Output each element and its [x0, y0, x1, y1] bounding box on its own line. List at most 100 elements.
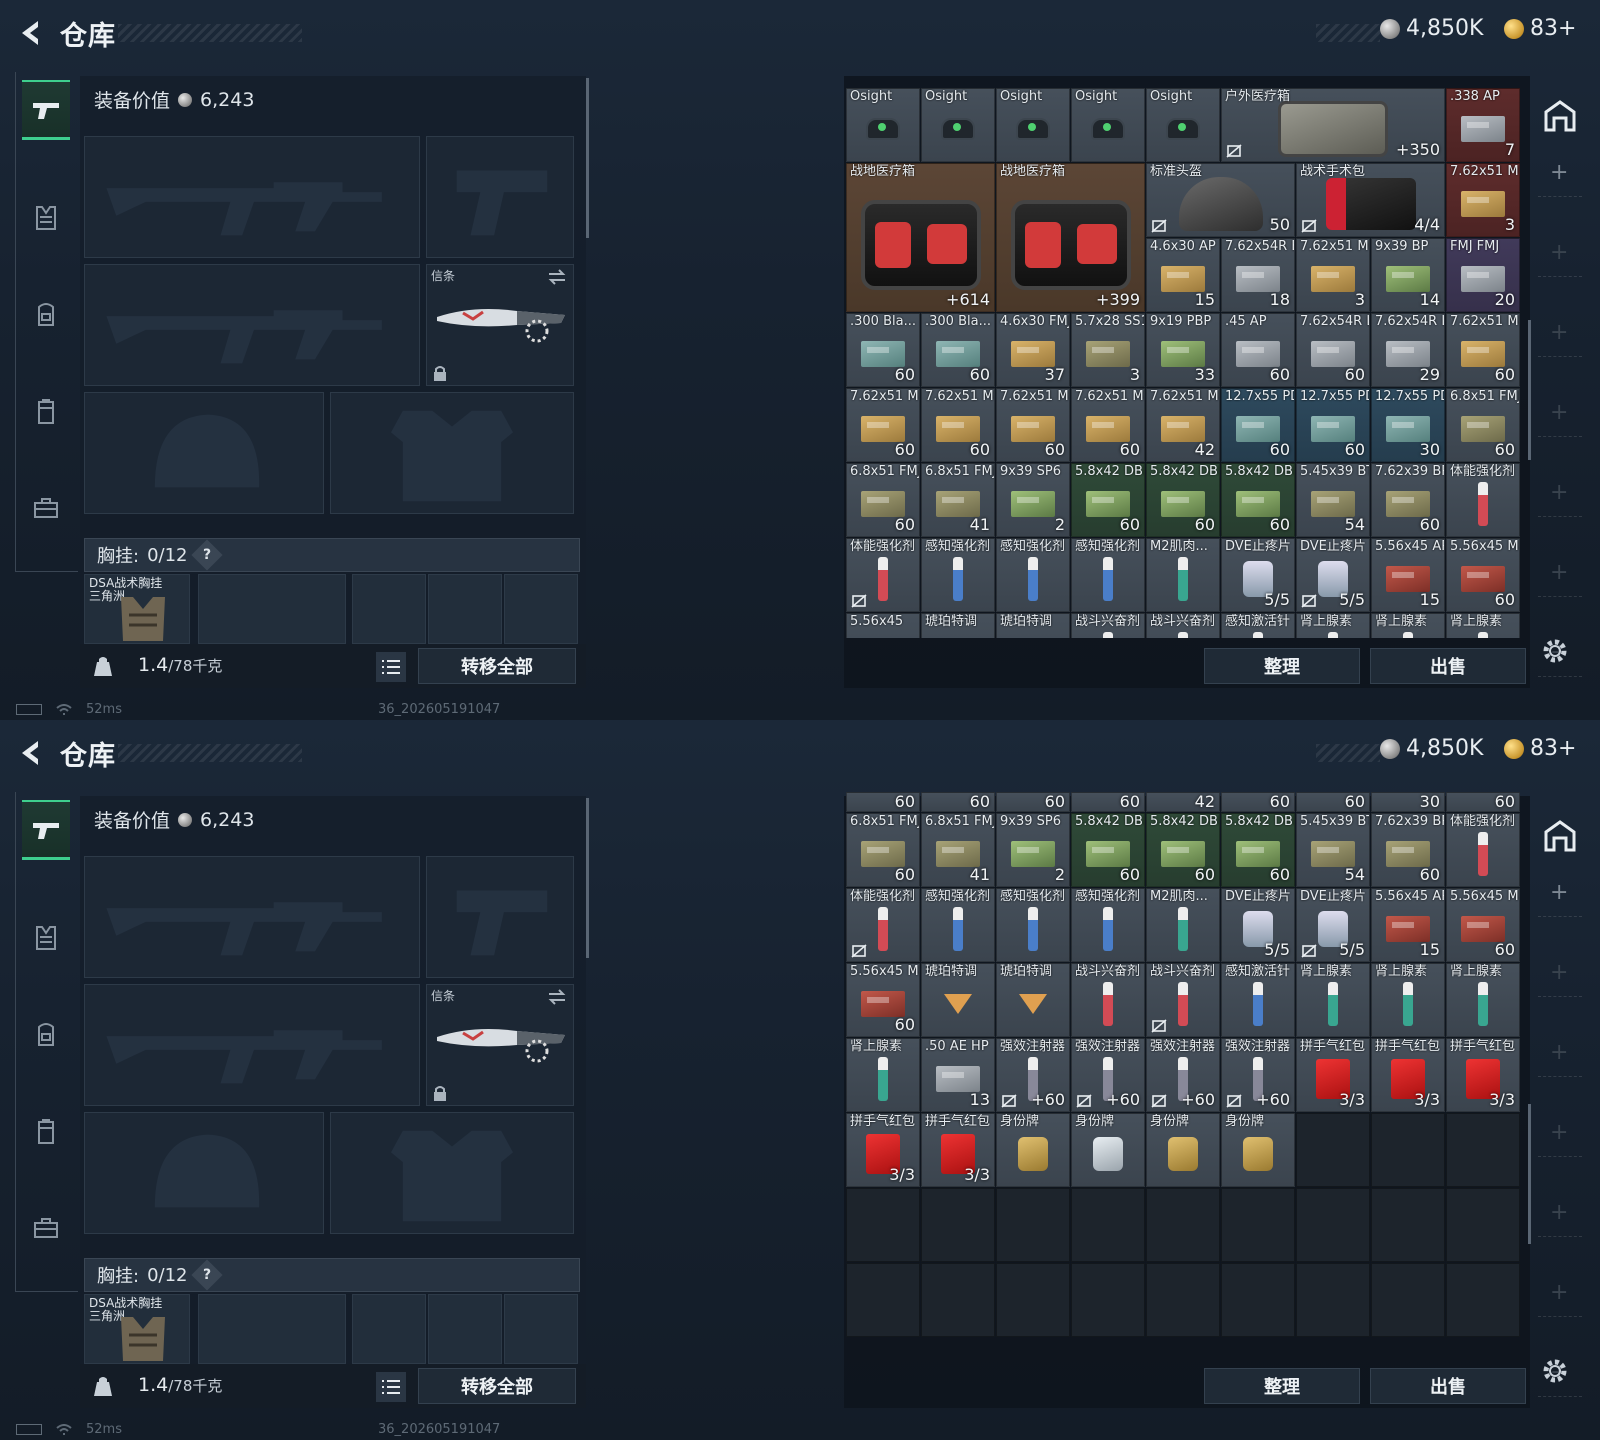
melee-slot[interactable]: 信条: [426, 264, 574, 386]
empty-slot[interactable]: [1146, 1263, 1220, 1337]
gold-currency[interactable]: 83+: [1504, 16, 1576, 41]
stash-item-partial[interactable]: 60: [921, 792, 995, 812]
swap-icon[interactable]: [547, 989, 567, 1005]
stash-item[interactable]: 战术手术包 4/4: [1296, 163, 1445, 237]
sidearm-slot[interactable]: [426, 136, 574, 258]
sell-button[interactable]: 出售: [1370, 1368, 1526, 1404]
chest-pocket-slot[interactable]: [504, 574, 578, 644]
tab-chest-rig[interactable]: [22, 188, 70, 248]
tab-chest-rig[interactable]: [22, 908, 70, 968]
stash-item[interactable]: 5.8x42 DBP10 60: [1071, 463, 1145, 537]
stash-item[interactable]: DVE止疼片 5/5: [1296, 538, 1370, 612]
chest-rig-slot[interactable]: DSA战术胸挂 三角洲: [84, 1294, 190, 1364]
stash-item[interactable]: Osight: [996, 88, 1070, 162]
add-page-icon[interactable]: +: [1550, 1120, 1568, 1145]
stash-item[interactable]: 5.45x39 BT 54: [1296, 463, 1370, 537]
empty-slot[interactable]: [1221, 1188, 1295, 1262]
stash-item[interactable]: FMJ FMJ 20: [1446, 238, 1520, 312]
stash-item[interactable]: 7.62x54R LPS 60: [1296, 313, 1370, 387]
helmet-slot[interactable]: [84, 392, 324, 514]
chest-pocket-slot[interactable]: [504, 1294, 578, 1364]
stash-item-partial[interactable]: 60: [1296, 792, 1370, 812]
stash-item[interactable]: 9x39 BP 14: [1371, 238, 1445, 312]
add-page-icon[interactable]: +: [1550, 880, 1568, 905]
stash-item[interactable]: .300 Bla... BCP FMJ 60: [846, 313, 920, 387]
add-page-icon[interactable]: +: [1550, 320, 1568, 345]
equipment-scrollbar[interactable]: [586, 798, 589, 958]
help-icon[interactable]: ?: [190, 1259, 223, 1291]
stash-item[interactable]: 体能强化剂: [846, 538, 920, 612]
stash-item[interactable]: 战斗兴奋剂: [1071, 963, 1145, 1037]
add-page-icon[interactable]: +: [1550, 1280, 1568, 1305]
stash-item[interactable]: 琥珀特调: [996, 613, 1070, 638]
stash-item[interactable]: 体能强化剂: [1446, 813, 1520, 887]
empty-slot[interactable]: [1371, 1263, 1445, 1337]
empty-slot[interactable]: [1446, 1263, 1520, 1337]
sell-button[interactable]: 出售: [1370, 648, 1526, 684]
stash-item[interactable]: 5.56x45 APC 15: [1371, 538, 1445, 612]
stash-item[interactable]: 强效注射器 +60: [1221, 1038, 1295, 1112]
stash-item[interactable]: 感知激活针: [1221, 963, 1295, 1037]
stash-item[interactable]: 7.62x51 M80 60: [846, 388, 920, 462]
help-icon[interactable]: ?: [190, 539, 223, 571]
stash-item[interactable]: 感知强化剂: [1071, 538, 1145, 612]
warehouse-icon[interactable]: [1542, 98, 1578, 134]
secondary-weapon-slot[interactable]: [84, 264, 420, 386]
add-page-icon[interactable]: +: [1550, 400, 1568, 425]
stash-item[interactable]: .338 AP 7: [1446, 88, 1520, 162]
empty-slot[interactable]: [1446, 1188, 1520, 1262]
stash-item[interactable]: 肾上腺素: [1296, 613, 1370, 638]
chest-pocket-slot[interactable]: [352, 574, 426, 644]
stash-item[interactable]: 肾上腺素: [1296, 963, 1370, 1037]
stash-item-partial[interactable]: 60: [1071, 792, 1145, 812]
chest-pocket-slot[interactable]: [352, 1294, 426, 1364]
back-arrow-icon[interactable]: [16, 18, 46, 48]
empty-slot[interactable]: [1371, 1188, 1445, 1262]
stash-item[interactable]: 体能强化剂: [1446, 463, 1520, 537]
stash-item[interactable]: 6.8x51 FMJ 60: [846, 463, 920, 537]
stash-item[interactable]: Osight: [1146, 88, 1220, 162]
stash-item[interactable]: 户外医疗箱 +350: [1221, 88, 1445, 162]
stash-item[interactable]: 5.8x42 DBP10 60: [1221, 813, 1295, 887]
stash-item[interactable]: 战斗兴奋剂: [1071, 613, 1145, 638]
empty-slot[interactable]: [1296, 1188, 1370, 1262]
add-page-icon[interactable]: +: [1550, 560, 1568, 585]
add-page-icon[interactable]: +: [1550, 480, 1568, 505]
empty-slot[interactable]: [996, 1188, 1070, 1262]
sort-button[interactable]: 整理: [1204, 648, 1360, 684]
add-page-icon[interactable]: +: [1550, 160, 1568, 185]
stash-item[interactable]: 5.7x28 SS190 3: [1071, 313, 1145, 387]
stash-item[interactable]: 拼手气红包 3/3: [921, 1113, 995, 1187]
empty-slot[interactable]: [921, 1188, 995, 1262]
equipment-scrollbar[interactable]: [586, 78, 589, 238]
warehouse-icon[interactable]: [1542, 818, 1578, 854]
stash-item[interactable]: 5.56x45 APC 15: [1371, 888, 1445, 962]
stash-item[interactable]: Osight: [921, 88, 995, 162]
tab-weapons[interactable]: [22, 80, 70, 140]
stash-item[interactable]: 5.56x45 M855 60: [846, 963, 920, 1037]
stash-item[interactable]: 强效注射器 +60: [1146, 1038, 1220, 1112]
stash-item[interactable]: DVE止疼片 5/5: [1221, 538, 1295, 612]
stash-item[interactable]: 身份牌: [996, 1113, 1070, 1187]
stash-item[interactable]: M2肌肉...: [1146, 888, 1220, 962]
stash-item[interactable]: 感知强化剂: [921, 888, 995, 962]
stash-item[interactable]: 6.8x51 FMJ 60: [1446, 388, 1520, 462]
stash-item[interactable]: 7.62x39 BP 60: [1371, 813, 1445, 887]
stash-item[interactable]: 标准头盔 50: [1146, 163, 1295, 237]
stash-item[interactable]: 9x19 PBP 33: [1146, 313, 1220, 387]
stash-item[interactable]: 拼手气红包 3/3: [1446, 1038, 1520, 1112]
stash-item[interactable]: .300 Bla... BCP FMJ 60: [921, 313, 995, 387]
tab-container[interactable]: [22, 382, 70, 442]
stash-item[interactable]: 12.7x55 PD12双头 30: [1371, 388, 1445, 462]
silver-currency[interactable]: 4,850K: [1380, 736, 1483, 761]
stash-scrollbar[interactable]: [1528, 320, 1531, 460]
stash-item[interactable]: 身份牌: [1071, 1113, 1145, 1187]
stash-item-partial[interactable]: 30: [1371, 792, 1445, 812]
empty-slot[interactable]: [1071, 1263, 1145, 1337]
stash-item[interactable]: 拼手气红包 3/3: [1296, 1038, 1370, 1112]
stash-item[interactable]: 7.62x54R BT 18: [1221, 238, 1295, 312]
empty-slot[interactable]: [846, 1188, 920, 1262]
stash-item[interactable]: 感知强化剂: [996, 538, 1070, 612]
empty-slot[interactable]: [1371, 1113, 1445, 1187]
add-page-icon[interactable]: +: [1550, 960, 1568, 985]
